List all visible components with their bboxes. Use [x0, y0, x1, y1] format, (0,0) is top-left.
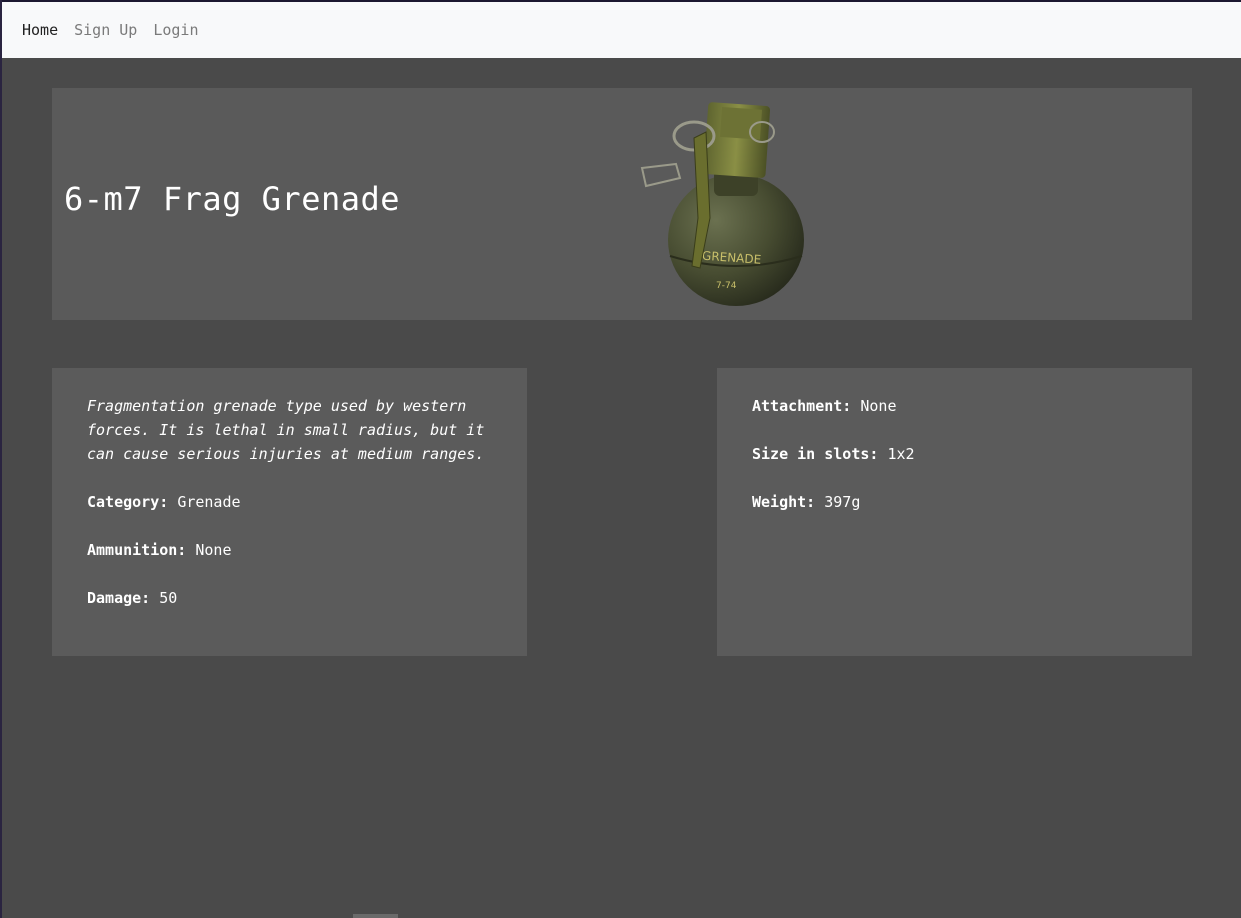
grenade-image: GRENADE 7-74 [640, 102, 804, 306]
horizontal-scrollbar[interactable] [353, 914, 398, 918]
stat-damage: Damage: 50 [87, 586, 492, 610]
stat-value: 50 [159, 589, 178, 607]
grenade-body-sublabel: 7-74 [716, 281, 737, 291]
item-description: Fragmentation grenade type used by weste… [87, 397, 485, 463]
stat-label: Attachment: [752, 397, 852, 415]
nav-link-login[interactable]: Login [153, 21, 198, 39]
stat-size-in-slots: Size in slots: 1x2 [752, 442, 1157, 466]
stat-label: Ammunition: [87, 541, 187, 559]
stat-label: Damage: [87, 589, 151, 607]
stat-label: Category: [87, 493, 169, 511]
stat-attachment: Attachment: None [752, 394, 1157, 418]
navbar: Home Sign Up Login [2, 2, 1241, 58]
stat-value: Grenade [177, 493, 241, 511]
nav-link-sign-up[interactable]: Sign Up [74, 21, 137, 39]
stat-ammunition: Ammunition: None [87, 538, 492, 562]
item-details-card: Fragmentation grenade type used by weste… [52, 368, 527, 656]
stat-label: Size in slots: [752, 445, 879, 463]
stat-category: Category: Grenade [87, 490, 492, 514]
stat-weight: Weight: 397g [752, 490, 1157, 514]
stat-value: None [195, 541, 232, 559]
stat-value: None [860, 397, 897, 415]
item-specs-card: Attachment: None Size in slots: 1x2 Weig… [717, 368, 1192, 656]
item-title: 6-m7 Frag Grenade [64, 180, 401, 218]
stat-value: 397g [824, 493, 861, 511]
stat-value: 1x2 [887, 445, 915, 463]
nav-link-home[interactable]: Home [22, 21, 58, 39]
stat-label: Weight: [752, 493, 816, 511]
window-left-border [0, 0, 2, 918]
item-header: 6-m7 Frag Grenade GRENADE 7-74 [52, 88, 1192, 320]
